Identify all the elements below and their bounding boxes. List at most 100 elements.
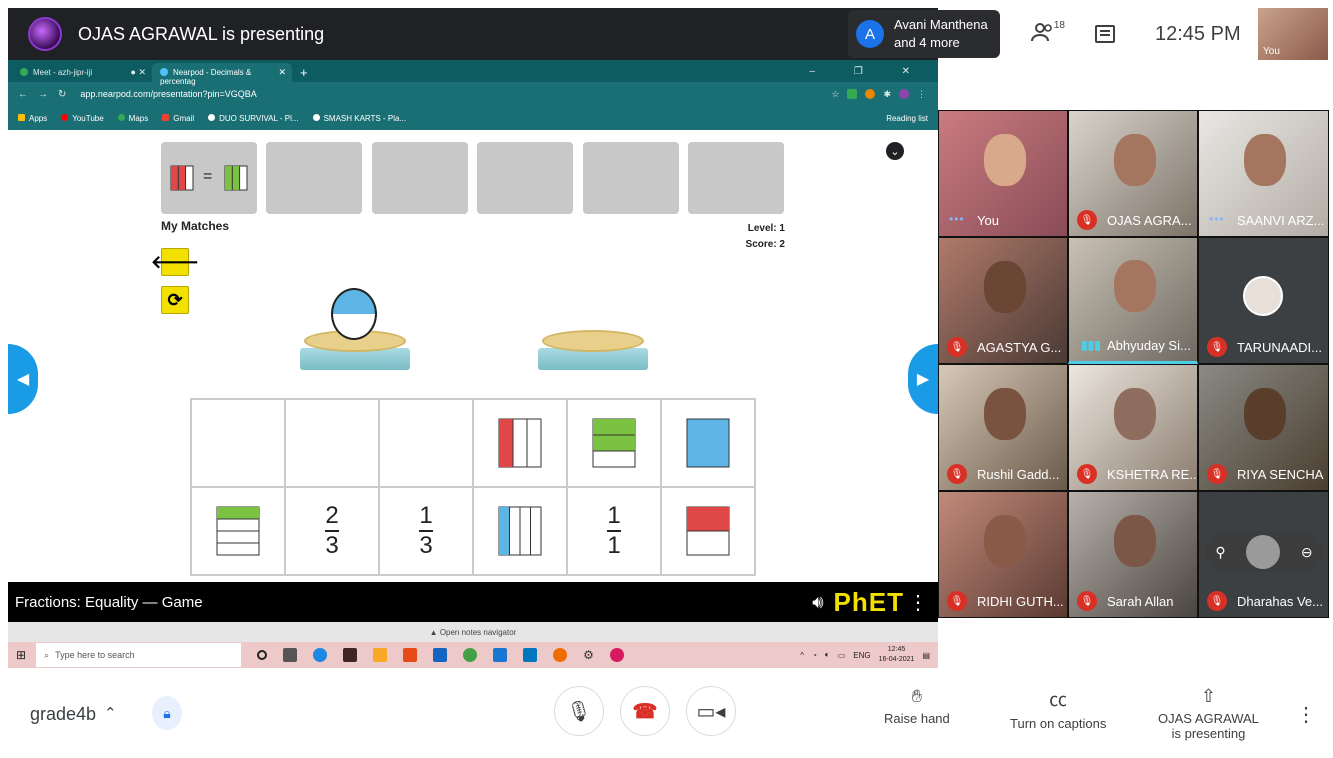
extension-icon[interactable] (865, 88, 876, 99)
file-explorer-icon[interactable] (373, 648, 388, 662)
star-icon[interactable]: ☆ (831, 89, 839, 100)
participant-tile[interactable]: 🎙︎ Rushil Gadd... (938, 364, 1068, 491)
new-tab-icon[interactable]: + (300, 65, 308, 82)
participant-name: KSHETRA RE... (1107, 467, 1198, 482)
participant-tile[interactable]: 🎙︎ TARUNAADI... (1198, 237, 1329, 364)
edge-icon[interactable] (313, 648, 328, 662)
puzzle-icon[interactable]: ✱ (883, 89, 891, 100)
office-icon[interactable] (403, 648, 418, 662)
raise-hand-button[interactable]: ✋︎ Raise hand (884, 686, 950, 726)
task-view-icon[interactable] (283, 648, 298, 662)
language-indicator[interactable]: ENG (853, 651, 870, 660)
other-presenters-chip[interactable]: A Avani Manthena and 4 more (848, 10, 1000, 58)
half-circle-piece[interactable] (331, 288, 377, 340)
menu-icon[interactable]: ⋮ (917, 89, 926, 100)
tab-nearpod[interactable]: Nearpod - Decimals & percentag ✕ (152, 63, 292, 86)
participant-tile[interactable]: ••• SAANVI ARZ... (1198, 110, 1329, 237)
app-icon[interactable] (609, 648, 624, 662)
notes-navigator[interactable]: ▲ Open notes navigator (8, 622, 938, 642)
sound-icon[interactable]: 🔊︎ (812, 592, 823, 613)
participant-tile[interactable]: 🎙︎ RIDHI GUTH... (938, 491, 1068, 618)
card-green-thirds[interactable] (567, 399, 661, 487)
tab-meet[interactable]: Meet - azh-jipr-iji ● ✕ (12, 63, 152, 82)
mail-icon[interactable] (433, 648, 448, 662)
captions-button[interactable]: ㏄ Turn on captions (1010, 686, 1106, 731)
card-green-stripe[interactable] (191, 487, 285, 575)
participant-tile[interactable]: 🎙︎ KSHETRA RE... (1068, 364, 1198, 491)
presenter-text: OJAS AGRAWAL is presenting (78, 23, 325, 44)
extension-icon[interactable] (847, 88, 858, 99)
chat-icon[interactable] (1095, 25, 1115, 43)
fraction-text: 23 (325, 502, 339, 559)
firefox-icon[interactable] (553, 648, 568, 662)
card-fraction-1-3[interactable]: 13 (379, 487, 473, 575)
phet-logo[interactable]: PhET (834, 587, 904, 618)
card-red-thirds[interactable] (473, 399, 567, 487)
notification-icon[interactable]: ▤ (922, 651, 930, 660)
windows-start-icon[interactable]: ⊞ (16, 648, 26, 662)
settings-icon[interactable]: ⚙ (583, 648, 594, 662)
card-fraction-1-1[interactable]: 11 (567, 487, 661, 575)
profile-icon[interactable] (899, 88, 909, 99)
bookmark-youtube[interactable]: YouTube (61, 113, 104, 123)
chevron-down-icon[interactable]: ⌄ (886, 142, 904, 160)
tray-chevron-icon[interactable]: ^ (800, 651, 804, 660)
more-options-icon[interactable]: ••• (1209, 212, 1225, 226)
app-icon[interactable] (343, 648, 358, 662)
participant-tile[interactable]: ▮▮▮ Abhyuday Si... (1068, 237, 1198, 364)
bookmark-smash-karts[interactable]: SMASH KARTS - Pla... (312, 113, 406, 123)
self-view-thumbnail[interactable]: You (1258, 8, 1328, 60)
participant-tile[interactable]: ••• You (938, 110, 1068, 237)
forward-icon[interactable]: → (38, 89, 48, 100)
participant-tile[interactable]: ⚲ ⊖ 🎙︎ Dharahas Ve... (1198, 491, 1329, 618)
refresh-button[interactable]: ⟳ (161, 286, 189, 314)
host-controls-shield-icon[interactable]: 🔒︎ (152, 696, 182, 730)
close-icon[interactable]: ● ✕ (131, 67, 146, 78)
close-icon[interactable]: ✕ (278, 67, 286, 78)
leave-call-button[interactable]: ☎ (620, 686, 670, 736)
microphone-button[interactable]: 🎙︎ (554, 686, 604, 736)
volume-icon[interactable]: 🔈︎ (825, 650, 830, 660)
chevron-up-icon[interactable]: ⌃ (104, 704, 117, 722)
people-button[interactable]: 18 (1031, 20, 1065, 46)
back-icon[interactable]: ← (18, 89, 28, 100)
more-options-icon[interactable]: ••• (949, 212, 965, 226)
meeting-code[interactable]: grade4b (30, 704, 96, 725)
card-blue-quarters[interactable] (473, 487, 567, 575)
bookmark-gmail[interactable]: Gmail (162, 113, 194, 123)
reload-icon[interactable]: ↻ (58, 89, 66, 100)
participant-tile[interactable]: 🎙︎ OJAS AGRA... (1068, 110, 1198, 237)
chrome-icon[interactable] (463, 648, 478, 662)
camera-button[interactable]: ▭◂ (686, 686, 736, 736)
reading-list-button[interactable]: Reading list (886, 114, 928, 123)
phet-menu-icon[interactable]: ⋮ (908, 590, 928, 615)
card-red-half[interactable] (661, 487, 755, 575)
card-blue-whole[interactable] (661, 399, 755, 487)
participant-name: Dharahas Ve... (1237, 594, 1323, 609)
bookmark-duo[interactable]: DUO SURVIVAL - Pl... (208, 113, 299, 123)
remove-icon[interactable]: ⊖ (1301, 544, 1313, 561)
cortana-icon[interactable] (257, 650, 268, 660)
network-icon[interactable]: ◔ (812, 651, 817, 660)
bookmark-maps[interactable]: Maps (117, 113, 148, 123)
next-slide-button[interactable]: ▶ (908, 344, 938, 414)
outlook-icon[interactable] (493, 648, 508, 662)
taskbar-search[interactable]: ⌕ Type here to search (36, 643, 242, 667)
back-button[interactable]: 🡐 (151, 248, 199, 276)
participant-tile[interactable]: 🎙︎ RIYA SENCHA (1198, 364, 1329, 491)
scale-right[interactable] (538, 330, 648, 370)
store-icon[interactable] (523, 648, 538, 662)
previous-slide-button[interactable]: ◀ (8, 344, 38, 414)
bookmark-apps[interactable]: Apps (18, 113, 47, 123)
battery-icon[interactable]: ▭ (838, 651, 846, 660)
card-fraction-2-3[interactable]: 23 (285, 487, 379, 575)
participant-tile[interactable]: 🎙︎ AGASTYA G... (938, 237, 1068, 364)
more-options-icon[interactable]: ⋮ (1296, 702, 1316, 727)
tray-clock[interactable]: 12:45 16-04-2021 (879, 645, 915, 665)
url-field[interactable]: app.nearpod.com/presentation?pin=VGQBA (80, 89, 256, 99)
search-icon: ⌕ (44, 649, 50, 660)
pin-icon[interactable]: ⚲ (1215, 544, 1225, 561)
window-controls[interactable]: – ❐ ✕ (810, 66, 938, 82)
participant-tile[interactable]: 🎙︎ Sarah Allan (1068, 491, 1198, 618)
presenting-button[interactable]: ⇧ OJAS AGRAWAL is presenting (1158, 686, 1259, 741)
